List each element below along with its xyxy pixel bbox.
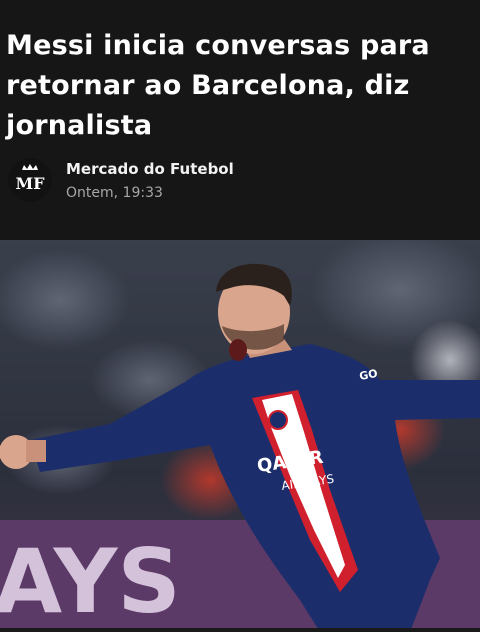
mf-logo-icon: MF	[15, 164, 45, 193]
source-name[interactable]: Mercado do Futebol	[66, 160, 234, 178]
logo-monogram: MF	[15, 174, 45, 193]
player-mouth	[229, 339, 247, 361]
article-header: Messi inicia conversas para retornar ao …	[0, 0, 480, 240]
club-crest	[268, 410, 288, 430]
article-photo[interactable]: AYS QATAR AIRWAYS GO	[0, 240, 480, 632]
article-headline[interactable]: Messi inicia conversas para retornar ao …	[6, 26, 472, 146]
crown-icon	[22, 164, 38, 170]
player-celebration-image: AYS QATAR AIRWAYS GO	[0, 240, 480, 632]
publish-time: Ontem, 19:33	[66, 185, 163, 201]
source-row[interactable]: MF Mercado do Futebol Ontem, 19:33	[8, 158, 468, 208]
bottom-edge	[0, 628, 480, 632]
source-logo[interactable]: MF	[8, 158, 52, 202]
banner-text: AYS	[0, 530, 181, 632]
